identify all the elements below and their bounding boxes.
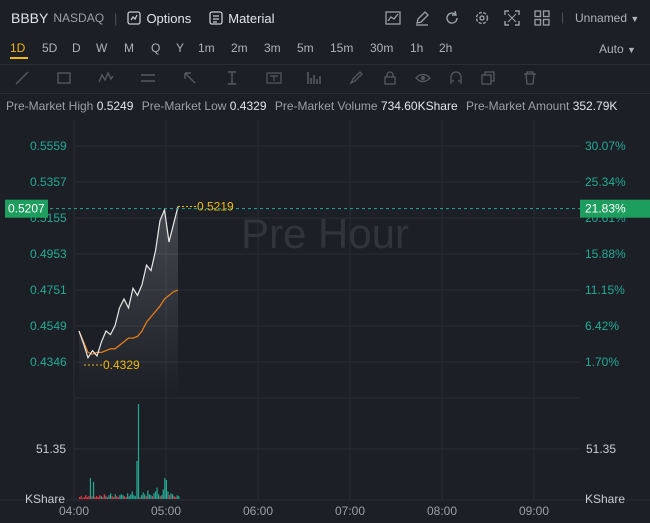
volume-bar [110, 493, 112, 499]
volume-bar [147, 490, 149, 499]
volume-unit-label: KShare [585, 492, 625, 506]
volume-tick-label: 51.35 [36, 442, 66, 456]
volume-bar [137, 404, 140, 499]
volume-bar [91, 496, 93, 499]
axis-labels: 0.55590.53570.51550.49530.47510.45490.43… [5, 139, 650, 518]
time-tick-label: 06:00 [243, 504, 273, 518]
volume-bar [158, 494, 160, 499]
current-price-value: 0.5207 [8, 202, 45, 216]
volume-bar [116, 496, 118, 499]
chart-grid [0, 119, 650, 501]
time-tick-label: 07:00 [335, 504, 365, 518]
volume-bar [148, 494, 150, 499]
volume-bar [170, 493, 172, 499]
volume-bar [154, 491, 157, 499]
volume-bar [133, 495, 135, 499]
volume-bar [168, 495, 171, 499]
volume-bar [165, 480, 167, 499]
volume-bar [113, 497, 115, 499]
volume-bar [151, 496, 154, 499]
volume-bar [117, 497, 119, 499]
price-tick-label: 0.4953 [30, 247, 67, 261]
time-tick-label: 08:00 [427, 504, 457, 518]
volume-bar [142, 492, 144, 499]
watermark: Pre Hour [241, 210, 409, 257]
volume-bar [79, 497, 81, 499]
volume-bar [176, 495, 178, 499]
price-tick-label: 0.4346 [30, 355, 67, 369]
low-marker-label: 0.4329 [103, 358, 140, 372]
volume-unit-label: KShare [25, 492, 65, 506]
volume-bar [134, 496, 136, 499]
volume-bar [119, 495, 121, 499]
volume-bar [150, 495, 152, 499]
price-tick-label: 0.5559 [30, 139, 67, 153]
current-pct-value: 21.83% [585, 202, 626, 216]
volume-bar [102, 497, 104, 499]
volume-bar [96, 496, 98, 499]
volume-bar [162, 489, 164, 499]
volume-bar [88, 496, 90, 499]
volume-bar [173, 496, 175, 499]
volume-bar [83, 497, 85, 499]
volume-bars [79, 404, 180, 499]
volume-bar [100, 496, 102, 499]
volume-bar [105, 496, 107, 499]
volume-bar [108, 495, 110, 499]
volume-bar [141, 495, 143, 499]
volume-bar [80, 496, 82, 499]
price-tick-label: 0.4549 [30, 319, 67, 333]
volume-bar [92, 481, 95, 499]
volume-bar [120, 494, 123, 499]
percent-tick-label: 11.15% [585, 283, 625, 297]
volume-bar [111, 496, 113, 499]
volume-bar [94, 497, 96, 499]
volume-bar [127, 493, 129, 499]
time-tick-label: 09:00 [519, 504, 549, 518]
volume-bar [136, 461, 138, 499]
price-tick-label: 0.4751 [30, 283, 67, 297]
volume-bar [85, 495, 87, 499]
volume-bar [175, 497, 177, 499]
volume-bar [156, 487, 158, 499]
volume-bar [131, 491, 133, 499]
volume-bar [82, 498, 84, 499]
volume-tick-label: 51.35 [586, 442, 616, 456]
volume-bar [164, 478, 166, 499]
volume-bar [161, 495, 163, 499]
percent-tick-label: 30.07% [585, 139, 626, 153]
volume-bar [139, 497, 141, 499]
volume-bar [89, 478, 92, 499]
volume-bar [99, 495, 101, 499]
volume-bar [159, 496, 161, 499]
percent-tick-label: 1.70% [585, 355, 619, 369]
percent-tick-label: 25.34% [585, 175, 626, 189]
volume-bar [97, 497, 99, 499]
volume-bar [167, 491, 169, 499]
volume-bar [178, 496, 180, 499]
volume-bar [128, 496, 130, 499]
volume-bar [106, 497, 109, 499]
volume-bar [114, 494, 116, 499]
time-tick-label: 05:00 [151, 504, 181, 518]
volume-bar [103, 494, 105, 499]
volume-bar [172, 494, 174, 499]
price-tick-label: 0.5357 [30, 175, 67, 189]
volume-bar [86, 497, 88, 499]
volume-bar [145, 496, 147, 499]
volume-bar [125, 497, 127, 499]
time-tick-label: 04:00 [59, 504, 89, 518]
volume-bar [123, 496, 126, 499]
percent-tick-label: 6.42% [585, 319, 619, 333]
volume-bar [122, 495, 124, 499]
volume-bar [144, 494, 146, 499]
price-chart[interactable]: Pre Hour 0.55590.53570.51550.49530.47510… [0, 0, 650, 523]
volume-bar [153, 493, 155, 499]
high-marker-label: 0.5219 [197, 200, 234, 214]
percent-tick-label: 15.88% [585, 247, 626, 261]
volume-bar [130, 494, 132, 499]
